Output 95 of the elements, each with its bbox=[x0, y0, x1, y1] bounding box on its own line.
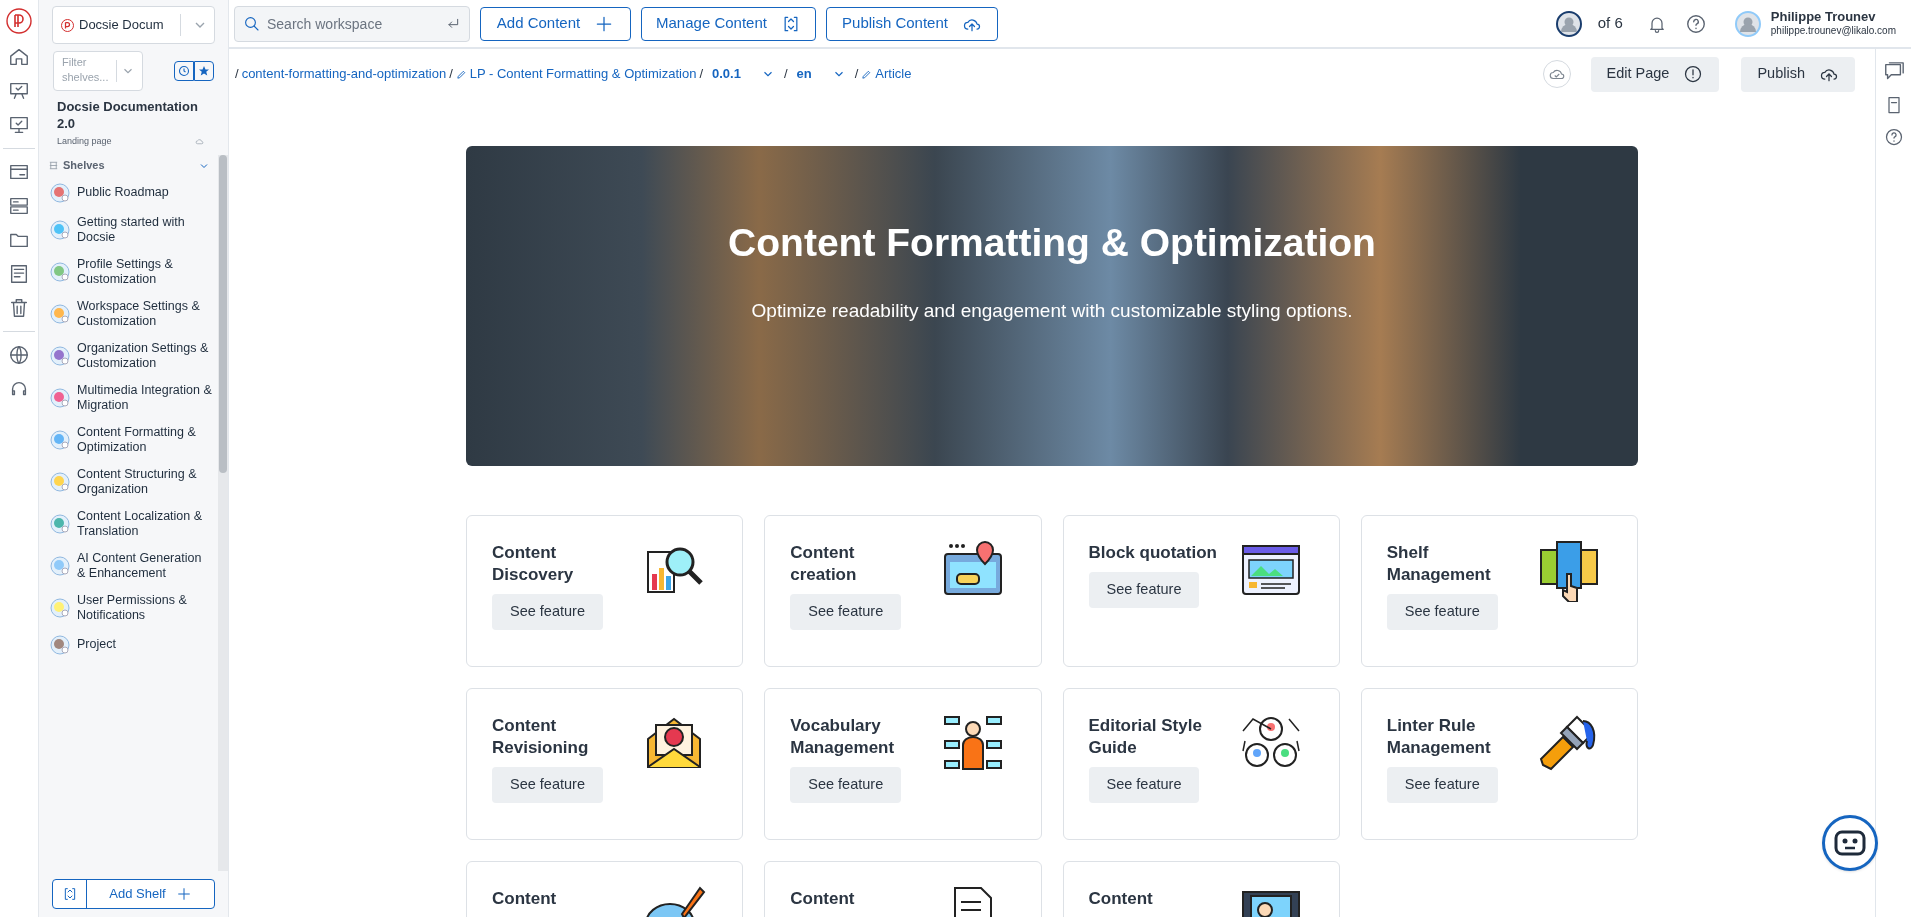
shelf-icon bbox=[50, 429, 70, 450]
hand-panels-icon bbox=[1537, 538, 1601, 602]
hero-title: Content Formatting & Optimization bbox=[728, 220, 1376, 266]
see-feature-button[interactable]: See feature bbox=[492, 594, 603, 630]
page-action-button[interactable]: Edit Page bbox=[1590, 56, 1720, 92]
pencil-icon bbox=[861, 68, 873, 80]
recent-icon[interactable] bbox=[174, 61, 194, 81]
shelf-icon bbox=[50, 219, 70, 240]
toolbar-button[interactable]: Add Content bbox=[480, 6, 631, 41]
feature-title: Content bbox=[1088, 888, 1154, 910]
filter-control[interactable]: Filter shelves... bbox=[53, 51, 143, 91]
document-icon[interactable] bbox=[8, 263, 30, 285]
chatbot-button[interactable] bbox=[1822, 815, 1878, 871]
alert-icon bbox=[1683, 64, 1704, 84]
breadcrumb-separator: / bbox=[854, 65, 859, 84]
shelf-item[interactable]: Content Formatting & Optimization bbox=[48, 418, 212, 461]
user-name[interactable]: Philippe Trounev bbox=[1770, 9, 1896, 26]
globe-icon[interactable] bbox=[8, 344, 30, 366]
pencil-icon bbox=[455, 68, 467, 80]
shelf-icon bbox=[50, 182, 70, 203]
logo-icon bbox=[61, 18, 74, 32]
user-email: philippe.trounev@likalo.com bbox=[1770, 25, 1896, 38]
shelf-item[interactable]: Multimedia Integration & Migration bbox=[48, 376, 212, 419]
project-title[interactable]: Docsie Documentation 2.0 bbox=[57, 98, 210, 132]
shelf-item[interactable]: Organization Settings & Customization bbox=[48, 334, 212, 377]
see-feature-button[interactable]: See feature bbox=[1386, 594, 1498, 630]
shelf-icon bbox=[50, 555, 70, 576]
shelf-icon bbox=[50, 387, 70, 408]
monitor-icon[interactable] bbox=[8, 114, 30, 136]
hero-subtitle: Optimize readability and engagement with customizable styling options. bbox=[751, 298, 1353, 323]
breadcrumb-dropdown[interactable]: 0.0.1 bbox=[706, 64, 781, 84]
breadcrumb-separator: / bbox=[449, 65, 453, 84]
shelf-item[interactable]: Content Localization & Translation bbox=[48, 502, 212, 545]
presentation-icon[interactable] bbox=[8, 80, 30, 102]
shelves-header[interactable]: Shelves bbox=[48, 154, 212, 177]
scrollbar[interactable] bbox=[218, 154, 228, 871]
shelf-item[interactable]: Getting started with Docsie bbox=[48, 208, 212, 251]
breadcrumb-dropdown[interactable]: en bbox=[790, 64, 852, 84]
feature-title: Block quotation bbox=[1088, 542, 1218, 564]
search-icon bbox=[243, 14, 261, 33]
robot-icon bbox=[1833, 828, 1867, 858]
shelf-item[interactable]: User Permissions & Notifications bbox=[48, 586, 212, 629]
breadcrumb-link[interactable]: Article bbox=[861, 64, 912, 84]
layout-icon[interactable] bbox=[8, 195, 30, 217]
feature-title: Editorial Style Guide bbox=[1088, 715, 1203, 759]
home-icon[interactable] bbox=[8, 46, 30, 68]
logo-icon[interactable] bbox=[6, 8, 32, 34]
plus-icon bbox=[175, 886, 192, 902]
page-action-button[interactable]: Publish bbox=[1741, 56, 1855, 92]
shelf-icon bbox=[50, 634, 70, 655]
feature-title: Content bbox=[492, 888, 558, 910]
shelf-icon bbox=[50, 471, 70, 492]
trash-icon[interactable] bbox=[8, 297, 30, 319]
collaborator-count: of 6 bbox=[1597, 13, 1623, 34]
see-feature-button[interactable]: See feature bbox=[492, 767, 603, 803]
see-feature-button[interactable]: See feature bbox=[1386, 767, 1498, 803]
shelf-item[interactable]: Project bbox=[48, 628, 212, 661]
toolbar-button[interactable]: Manage Content bbox=[641, 6, 816, 41]
see-feature-button[interactable]: See feature bbox=[1088, 572, 1200, 608]
see-feature-button[interactable]: See feature bbox=[1088, 767, 1200, 803]
feature-title: Shelf Management bbox=[1386, 542, 1492, 586]
shelf-item[interactable]: Content Structuring & Organization bbox=[48, 460, 212, 503]
breadcrumb-link[interactable]: content-formatting-and-optimization bbox=[241, 64, 447, 84]
feature-title: Content Revisioning bbox=[492, 715, 590, 759]
search-field[interactable]: Search workspace bbox=[267, 6, 439, 41]
feature-title: Content creation bbox=[790, 542, 858, 586]
breadcrumb-separator: / bbox=[783, 65, 788, 84]
feature-title: Vocabulary Management bbox=[790, 715, 896, 759]
shelf-item[interactable]: Profile Settings & Customization bbox=[48, 250, 212, 293]
search-control[interactable]: Search workspace bbox=[234, 5, 470, 42]
workspace-select[interactable]: Docsie Docum bbox=[52, 6, 215, 44]
shelf-icon bbox=[50, 513, 70, 534]
shelf-item[interactable]: Workspace Settings & Customization bbox=[48, 292, 212, 335]
filter-field[interactable]: Filter shelves... bbox=[54, 52, 116, 90]
help-icon[interactable] bbox=[1684, 12, 1707, 35]
feature-title: Content Discovery bbox=[492, 542, 575, 586]
shelf-icon bbox=[50, 261, 70, 282]
shelves-icon bbox=[48, 160, 59, 171]
project-subtitle: Landing page bbox=[57, 135, 112, 148]
help-icon[interactable] bbox=[1883, 127, 1904, 147]
shelf-icon bbox=[50, 345, 70, 366]
breadcrumb-link[interactable]: LP - Content Formatting & Optimization bbox=[455, 64, 697, 84]
toolbar-button[interactable]: Publish Content bbox=[826, 6, 998, 41]
breadcrumb-separator: / bbox=[699, 65, 703, 84]
shelf-icon bbox=[50, 597, 70, 618]
feature-title: Linter Rule Management bbox=[1386, 715, 1492, 759]
breadcrumb-separator: / bbox=[235, 65, 239, 84]
see-feature-button[interactable]: See feature bbox=[790, 594, 902, 630]
avatar-icon[interactable] bbox=[1555, 10, 1582, 37]
feature-title: Content bbox=[790, 888, 856, 910]
shelf-item[interactable]: AI Content Generation & Enhancement bbox=[48, 544, 212, 587]
see-feature-button[interactable]: See feature bbox=[790, 767, 902, 803]
cloud-icon bbox=[195, 137, 204, 147]
shelf-icon bbox=[50, 303, 70, 324]
shelf-item[interactable]: Public Roadmap bbox=[48, 176, 212, 209]
